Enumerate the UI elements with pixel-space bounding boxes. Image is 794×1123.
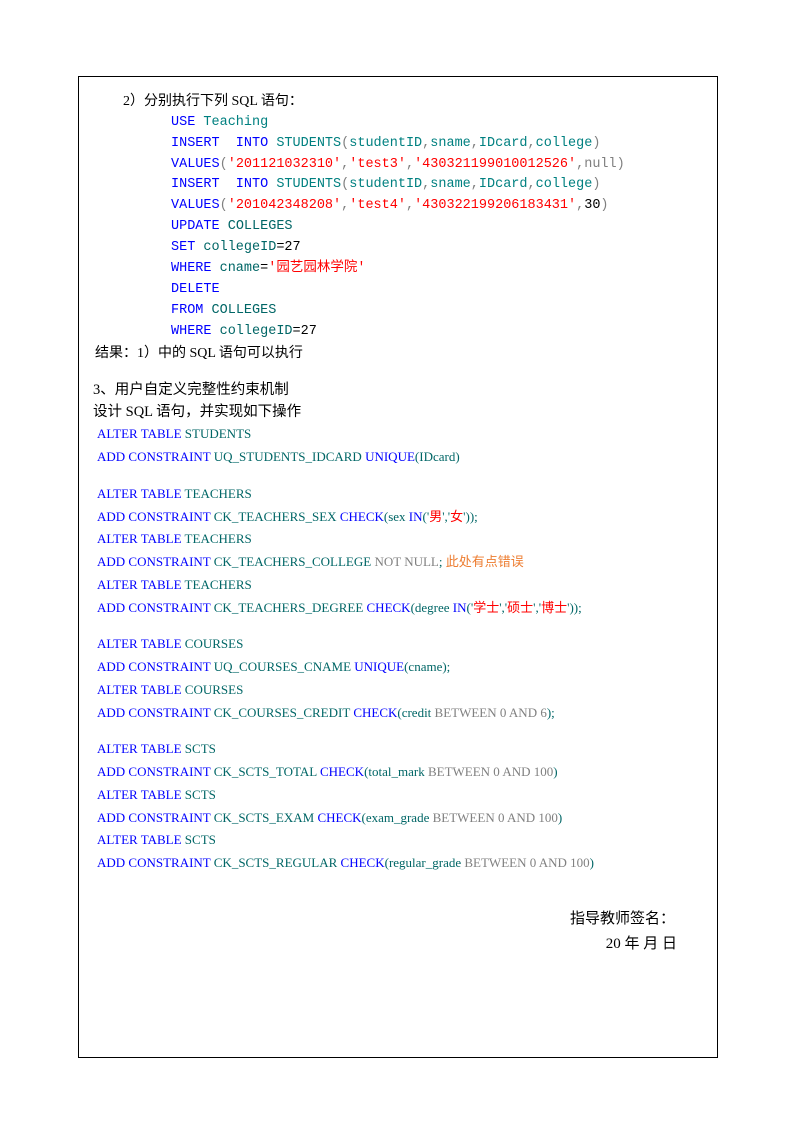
code-line: VALUES('201042348208','test4','430322199… [93,196,705,217]
code-line: VALUES('201121032310','test3','430321199… [93,155,705,176]
sql-code-block: USE TeachingINSERT INTO STUDENTS(student… [93,113,705,343]
code-line: INSERT INTO STUDENTS(studentID,sname,IDc… [93,134,705,155]
code-line: SET collegeID=27 [93,238,705,259]
sql-statement-line: ALTER TABLE COURSES [93,679,705,702]
sql-statement-line: ADD CONSTRAINT CK_SCTS_TOTAL CHECK(total… [93,761,705,784]
sql-statement-line: ALTER TABLE SCTS [93,829,705,852]
sql-statement-line: ALTER TABLE TEACHERS [93,528,705,551]
section3-heading: 3、用户自定义完整性约束机制 [93,379,705,401]
sql-statement-line: ALTER TABLE TEACHERS [93,483,705,506]
code-line: INSERT INTO STUDENTS(studentID,sname,IDc… [93,175,705,196]
sql-statement-line: ALTER TABLE SCTS [93,738,705,761]
code-line: DELETE [93,280,705,301]
page-frame: 2）分别执行下列 SQL 语句： USE TeachingINSERT INTO… [78,76,718,1058]
sql-statement-line: ADD CONSTRAINT CK_TEACHERS_SEX CHECK(sex… [93,506,705,529]
section2-title: 2）分别执行下列 SQL 语句： [93,91,705,113]
sql-statement-line: ADD CONSTRAINT CK_TEACHERS_DEGREE CHECK(… [93,597,705,620]
sql-statement-line: ADD CONSTRAINT CK_COURSES_CREDIT CHECK(c… [93,702,705,725]
sql-statement-line: ALTER TABLE STUDENTS [93,423,705,446]
sql-statement-line: ALTER TABLE COURSES [93,633,705,656]
signature-label: 指导教师签名： [93,907,705,933]
sql-statement-line: ADD CONSTRAINT UQ_COURSES_CNAME UNIQUE(c… [93,656,705,679]
code-line: WHERE cname='园艺园林学院' [93,259,705,280]
result-line: 结果：1）中的 SQL 语句可以执行 [93,343,705,365]
section3-sql-blocks: ALTER TABLE STUDENTSADD CONSTRAINT UQ_ST… [93,423,705,875]
sql-statement-line: ADD CONSTRAINT CK_SCTS_EXAM CHECK(exam_g… [93,807,705,830]
code-line: UPDATE COLLEGES [93,217,705,238]
code-line: FROM COLLEGES [93,301,705,322]
sql-statement-line: ADD CONSTRAINT CK_TEACHERS_COLLEGE NOT N… [93,551,705,574]
section3-subheading: 设计 SQL 语句，并实现如下操作 [93,401,705,423]
sql-statement-line: ADD CONSTRAINT UQ_STUDENTS_IDCARD UNIQUE… [93,446,705,469]
sql-statement-line: ALTER TABLE TEACHERS [93,574,705,597]
sql-statement-line: ADD CONSTRAINT CK_SCTS_REGULAR CHECK(reg… [93,852,705,875]
code-line: WHERE collegeID=27 [93,322,705,343]
sql-statement-line: ALTER TABLE SCTS [93,784,705,807]
signature-date: 20 年 月 日 [93,932,705,953]
code-line: USE Teaching [93,113,705,134]
